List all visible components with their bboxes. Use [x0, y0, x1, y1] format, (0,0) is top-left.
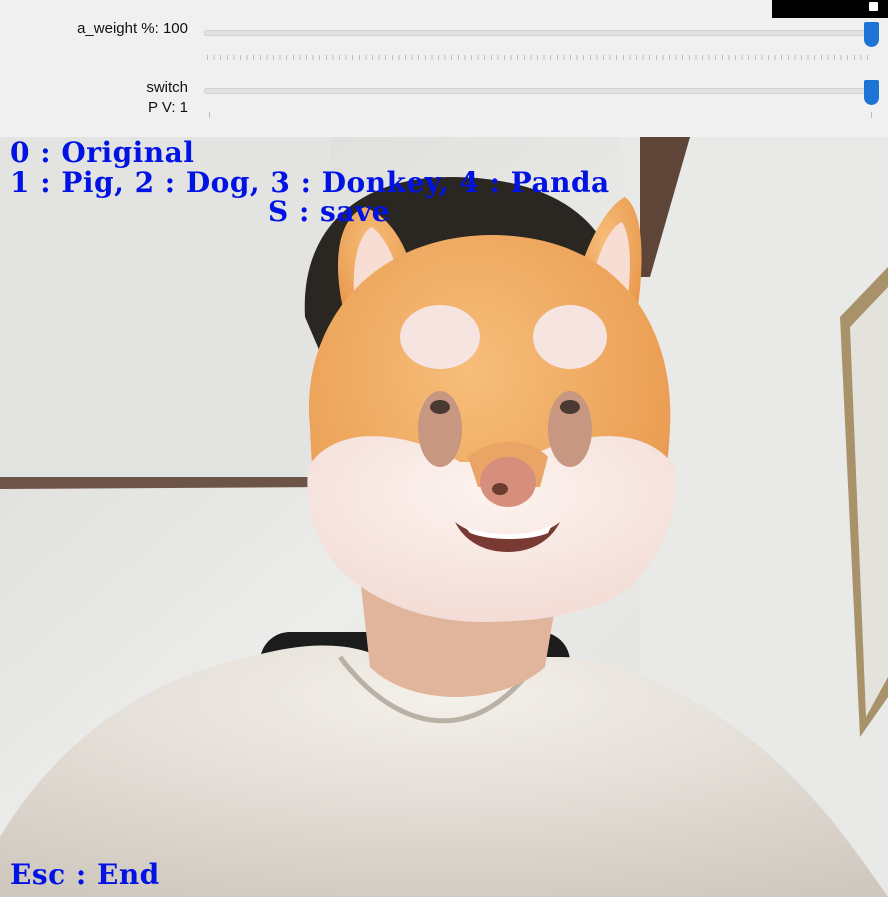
weight-trackbar-thumb[interactable]	[864, 22, 879, 47]
window-control-icon[interactable]	[772, 0, 888, 18]
switch-trackbar-track[interactable]	[204, 88, 876, 94]
overlay-end-hint: Esc : End	[10, 858, 160, 891]
overlay-animal-options: 1 : Pig, 2 : Dog, 3 : Donkey, 4 : Panda	[10, 166, 610, 199]
switch-trackbar-label: switch	[146, 79, 188, 96]
weight-trackbar-label: a_weight %: 100	[77, 20, 188, 37]
switch-trackbar-thumb[interactable]	[864, 80, 879, 105]
trackbar-panel: a_weight %: 100 switch P V: 1	[0, 0, 888, 137]
switch-trackbar-value: P V: 1	[147, 99, 188, 116]
switch-trackbar-tick-max	[871, 112, 872, 118]
overlay-original-option: 0 : Original	[10, 137, 195, 169]
camera-view: 0 : Original 1 : Pig, 2 : Dog, 3 : Donke…	[0, 137, 888, 897]
overlay-save-hint: S : save	[268, 195, 391, 228]
weight-trackbar-ticks	[207, 55, 873, 60]
weight-trackbar-track[interactable]	[204, 30, 876, 36]
switch-trackbar-tick-min	[209, 112, 210, 118]
camera-scene	[0, 137, 888, 897]
